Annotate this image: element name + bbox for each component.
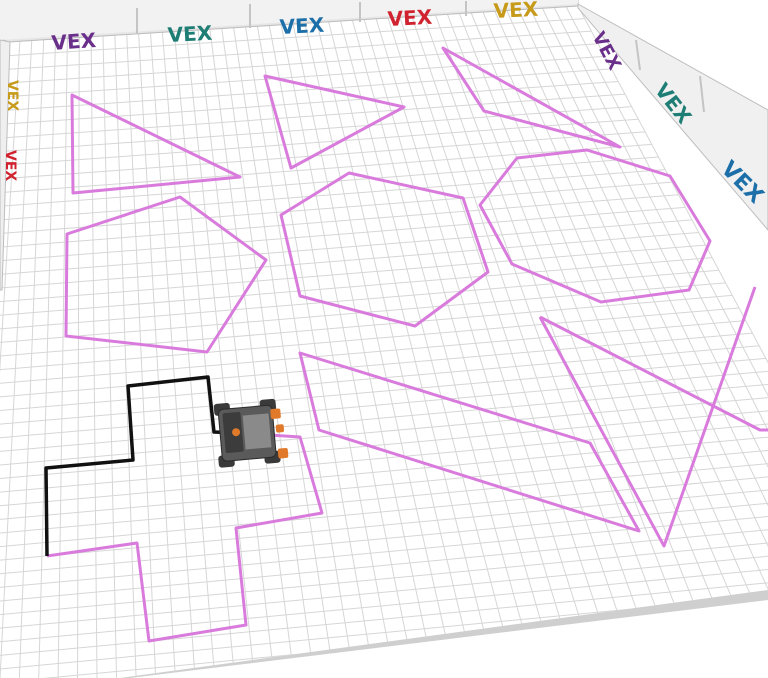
robot-accent-mid: [275, 424, 285, 433]
vex-logo-2: VEX: [167, 21, 213, 47]
robot-accent-rear: [277, 447, 289, 459]
vex-logo-5: VEX: [493, 0, 539, 23]
vex-logo-10: VEX: [2, 150, 18, 181]
robot-accent-front: [270, 408, 281, 419]
vex-logo-9: VEX: [4, 80, 20, 111]
vex-logo-4: VEX: [387, 5, 433, 31]
robot-top-plate: [242, 413, 272, 450]
playground-scene: VEX VEX VEX VEX VEX VEX VEX VEX VEX VEX: [0, 0, 768, 678]
vex-logo-1: VEX: [51, 28, 98, 55]
vex-logo-3: VEX: [279, 13, 325, 39]
